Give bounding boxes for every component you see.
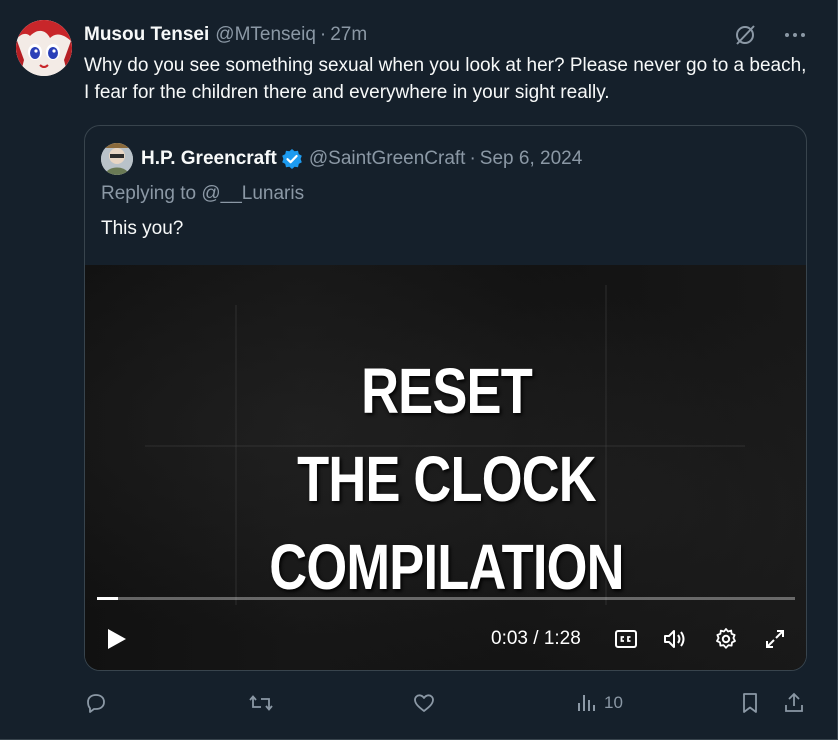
separator-dot: ·: [319, 24, 327, 45]
share-icon[interactable]: [782, 688, 806, 718]
bookmark-icon[interactable]: [738, 688, 762, 718]
reply-icon[interactable]: [84, 688, 108, 718]
quoted-author-name[interactable]: H.P. Greencraft: [141, 148, 277, 170]
verified-badge-icon: [281, 148, 303, 170]
avatar[interactable]: [16, 20, 72, 76]
quoted-author-handle[interactable]: @SaintGreenCraft: [309, 148, 466, 170]
settings-gear-icon[interactable]: [713, 626, 739, 652]
avatar-anime-girl-image: [16, 20, 72, 76]
more-icon[interactable]: [782, 22, 808, 48]
video-title-line-1: RESET: [361, 355, 533, 427]
grok-icon[interactable]: [732, 22, 758, 48]
views-button[interactable]: 10: [574, 688, 623, 718]
quoted-avatar[interactable]: [101, 143, 133, 175]
quoted-tweet-header: H.P. Greencraft @SaintGreenCraft · Sep 6…: [101, 143, 582, 175]
author-name[interactable]: Musou Tensei: [84, 24, 209, 46]
quoted-avatar-image: [101, 143, 133, 175]
play-icon[interactable]: [103, 626, 129, 652]
video-controls: 0:03 / 1:28: [85, 617, 806, 661]
video-time-readout: 0:03 / 1:28: [491, 628, 581, 649]
quoted-tweet-text: This you?: [101, 218, 184, 239]
tweet-top-actions: [732, 22, 808, 48]
video-title-overlay: RESET THE CLOCK COMPILATION: [150, 347, 743, 611]
fullscreen-icon[interactable]: [762, 626, 788, 652]
retweet-icon[interactable]: [248, 688, 274, 718]
captions-icon[interactable]: [613, 626, 639, 652]
video-player[interactable]: RESET THE CLOCK COMPILATION 0:03 / 1:28: [85, 265, 806, 670]
views-icon: [574, 691, 598, 715]
video-title-line-2: THE CLOCK: [297, 443, 597, 515]
quoted-date[interactable]: Sep 6, 2024: [480, 148, 582, 170]
author-handle[interactable]: @MTenseiq: [215, 24, 316, 46]
tweet-action-bar: 10: [84, 688, 814, 718]
tweet-text: Why do you see something sexual when you…: [84, 55, 807, 103]
quoted-separator-dot: ·: [469, 148, 476, 169]
tweet-header: Musou Tensei @MTenseiq · 27m: [84, 22, 367, 48]
video-progress-fill: [97, 597, 118, 600]
video-progress-bar[interactable]: [97, 597, 795, 600]
replying-to-label: Replying to @__Lunaris: [101, 183, 305, 204]
like-icon[interactable]: [412, 688, 436, 718]
tweet-timestamp[interactable]: 27m: [330, 24, 367, 46]
views-count: 10: [604, 693, 623, 712]
quoted-tweet[interactable]: H.P. Greencraft @SaintGreenCraft · Sep 6…: [84, 125, 807, 671]
volume-icon[interactable]: [662, 626, 688, 652]
